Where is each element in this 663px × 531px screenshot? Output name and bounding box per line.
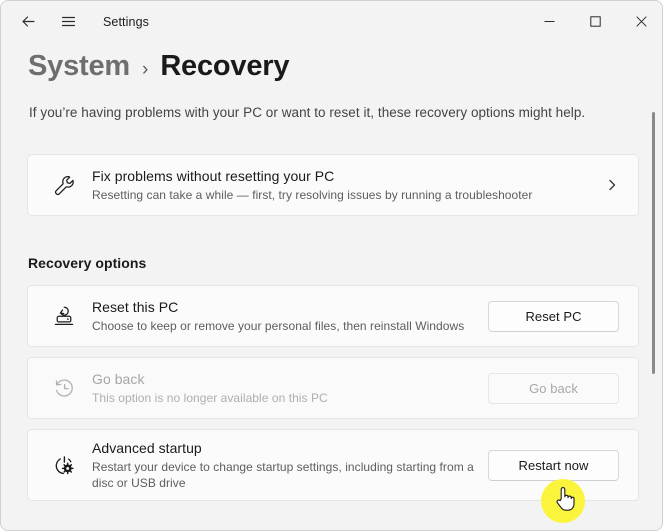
card-text: Go back This option is no longer availab… (92, 370, 488, 406)
maximize-icon (589, 16, 601, 27)
settings-window: Settings System › Recovery If you’re hav… (0, 0, 663, 531)
card-title: Advanced startup (92, 440, 202, 456)
card-reset-this-pc: Reset this PC Choose to keep or remove y… (27, 285, 639, 347)
window-caption-buttons (526, 1, 662, 42)
maximize-button[interactable] (572, 1, 618, 42)
power-gear-icon (46, 453, 82, 478)
card-text: Advanced startup Restart your device to … (92, 439, 488, 491)
card-text: Reset this PC Choose to keep or remove y… (92, 298, 488, 334)
page-description: If you’re having problems with your PC o… (29, 105, 586, 120)
scrollbar-thumb[interactable] (652, 112, 655, 374)
card-fix-problems[interactable]: Fix problems without resetting your PC R… (27, 154, 639, 216)
card-title: Reset this PC (92, 299, 179, 315)
card-subtitle: Choose to keep or remove your personal f… (92, 319, 465, 333)
page-title: Recovery (160, 50, 290, 82)
section-heading-recovery-options: Recovery options (28, 255, 147, 271)
breadcrumb-separator-icon: › (141, 59, 149, 80)
card-advanced-startup: Advanced startup Restart your device to … (27, 429, 639, 501)
reset-pc-button[interactable]: Reset PC (488, 300, 619, 332)
card-text: Fix problems without resetting your PC R… (92, 167, 606, 203)
minimize-button[interactable] (526, 1, 572, 42)
minimize-icon (544, 21, 554, 22)
card-subtitle: This option is no longer available on th… (92, 391, 328, 405)
restart-now-button[interactable]: Restart now (488, 449, 619, 481)
card-title: Go back (92, 371, 145, 387)
hamburger-menu-icon (61, 16, 75, 27)
breadcrumb: System › Recovery (28, 50, 290, 83)
title-bar: Settings (1, 1, 662, 42)
back-button[interactable] (11, 5, 45, 39)
breadcrumb-parent-system[interactable]: System (28, 50, 130, 83)
page-content: System › Recovery If you’re having probl… (1, 42, 662, 530)
wrench-icon (46, 173, 82, 198)
card-go-back: Go back This option is no longer availab… (27, 357, 639, 419)
app-title: Settings (103, 14, 149, 29)
back-arrow-icon (21, 16, 35, 27)
card-subtitle: Resetting can take a while — first, try … (92, 188, 533, 202)
vertical-scrollbar[interactable] (649, 54, 659, 520)
reset-pc-icon (46, 304, 82, 329)
close-button[interactable] (618, 1, 662, 42)
navigation-menu-button[interactable] (51, 5, 85, 39)
history-clock-icon (46, 376, 82, 401)
go-back-button: Go back (488, 372, 619, 404)
close-icon (635, 16, 647, 27)
chevron-right-icon[interactable] (606, 179, 618, 191)
card-title: Fix problems without resetting your PC (92, 168, 335, 184)
card-subtitle: Restart your device to change startup se… (92, 460, 474, 490)
